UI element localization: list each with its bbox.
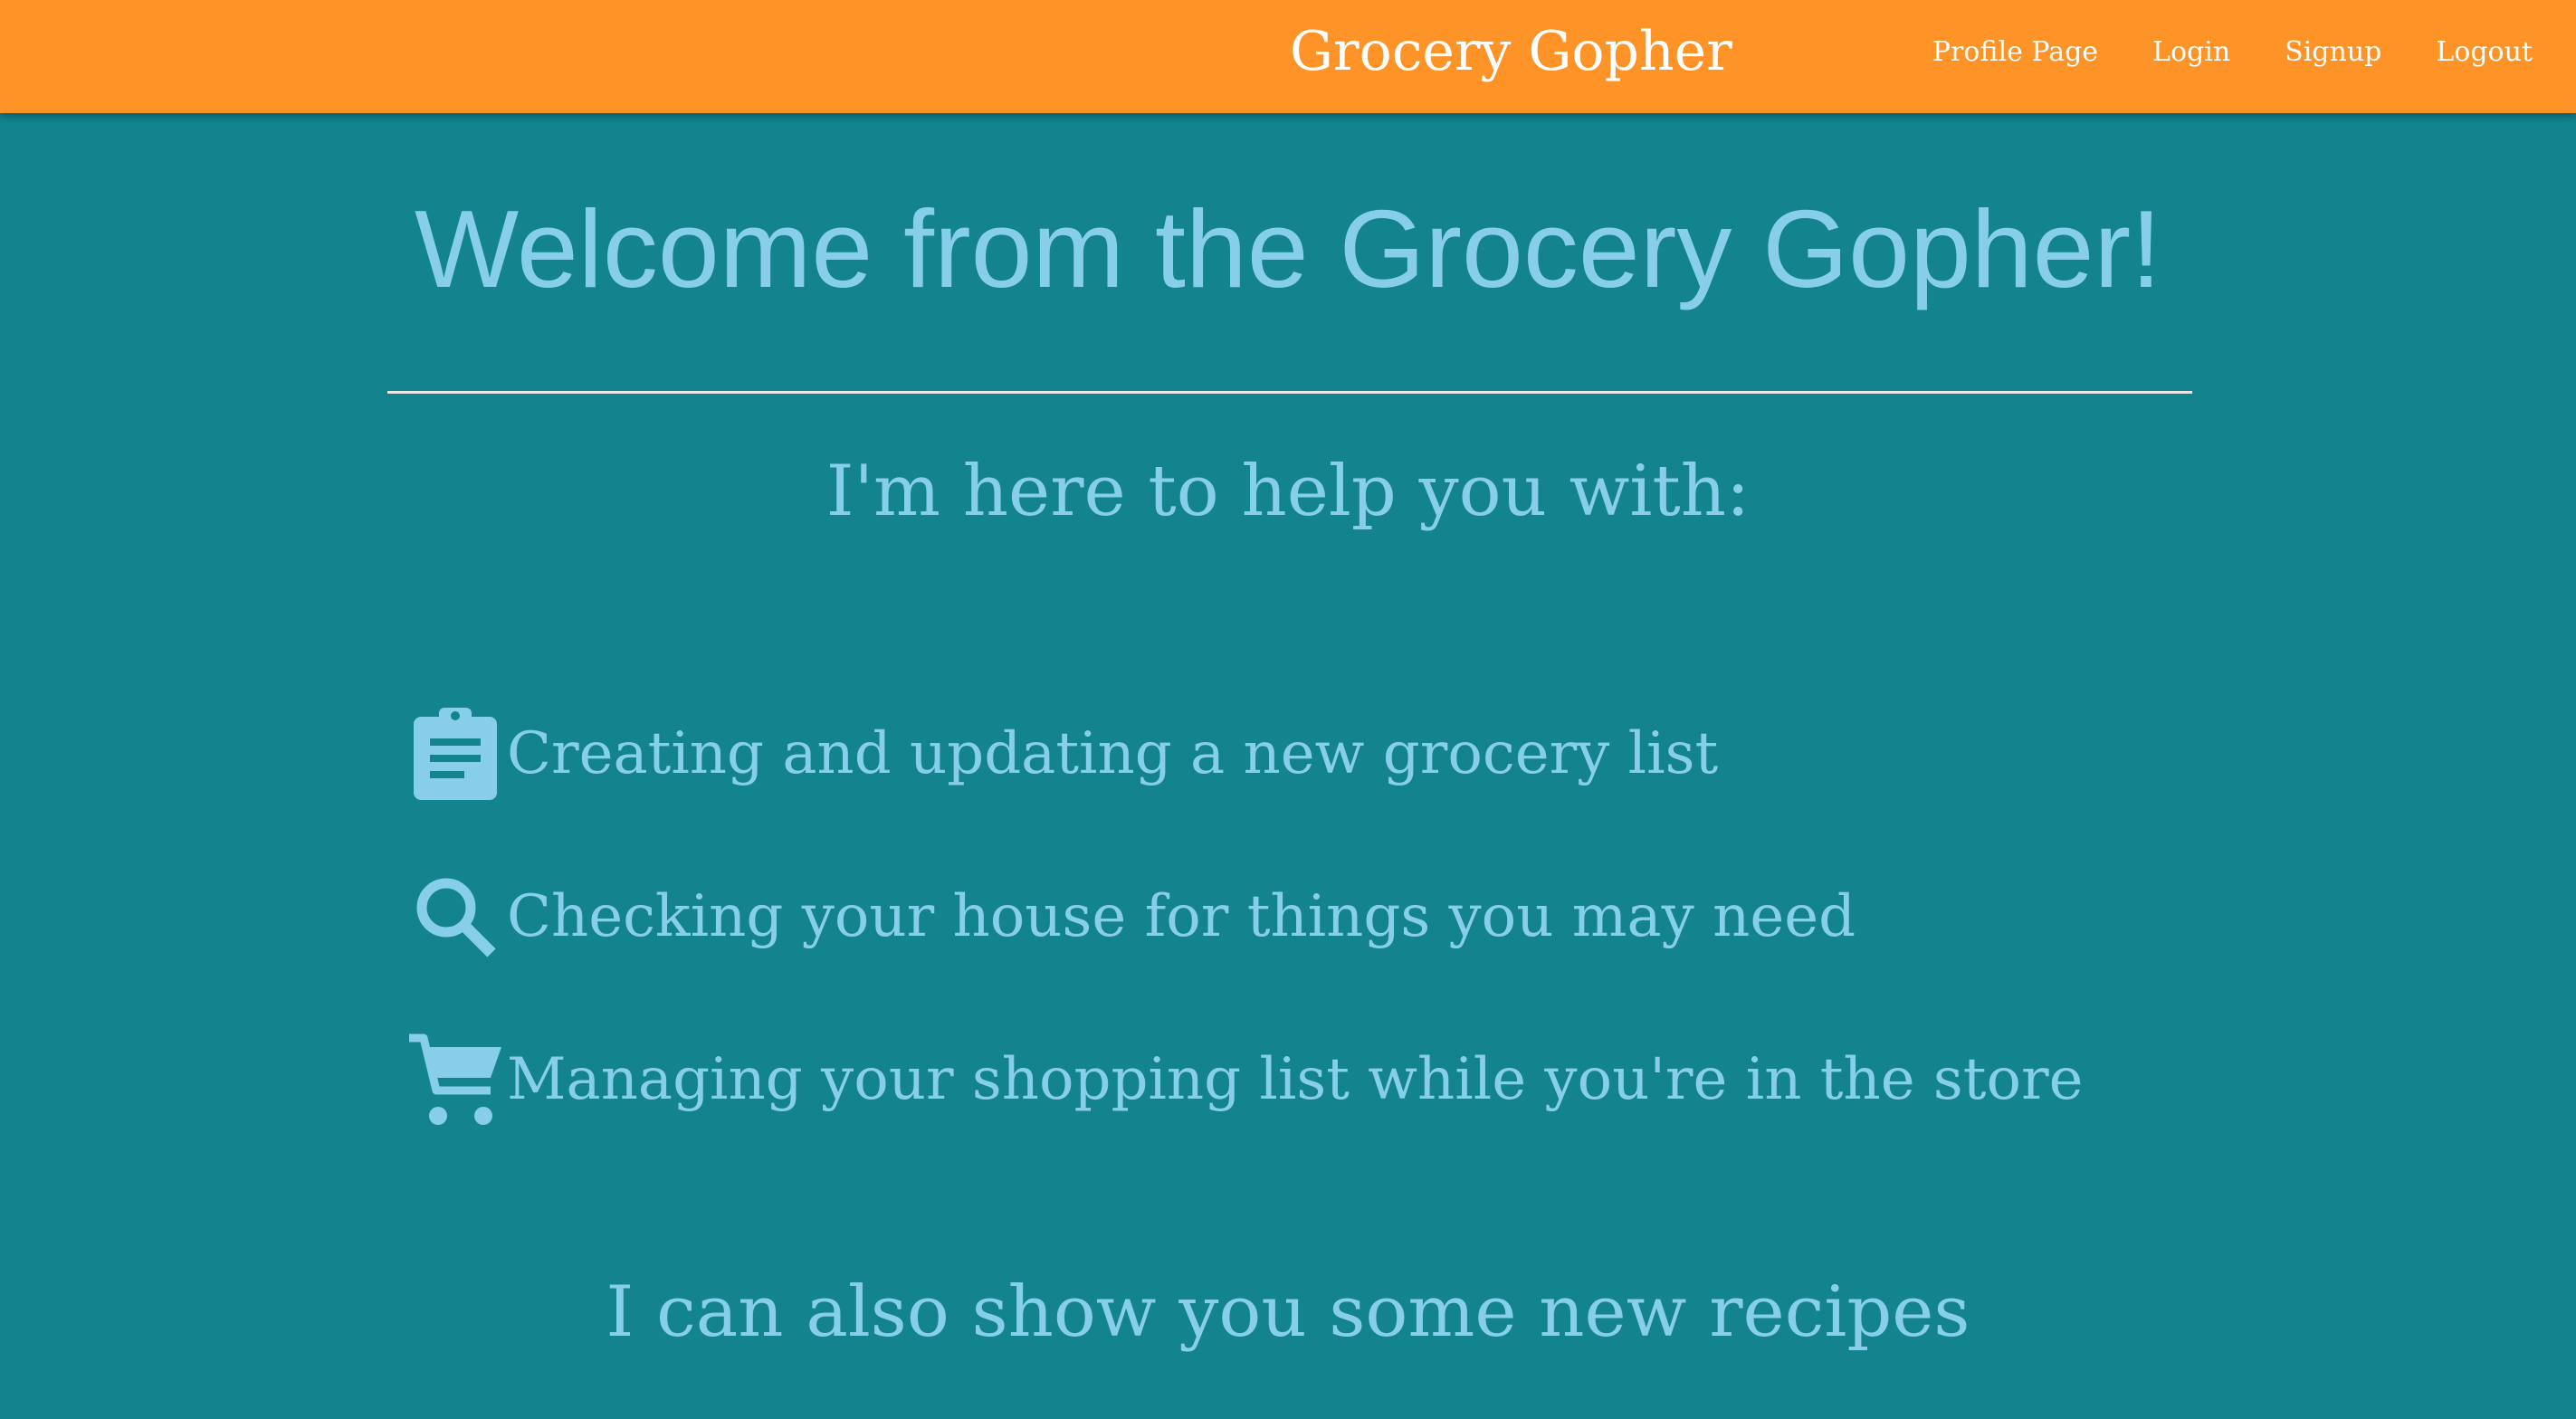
feature-text: Managing your shopping list while you're… xyxy=(507,1046,2084,1113)
feature-item-grocery-list: Creating and updating a new grocery list xyxy=(405,704,2083,804)
shopping-cart-icon xyxy=(405,1030,505,1129)
feature-item-shopping: Managing your shopping list while you're… xyxy=(405,1030,2083,1129)
feature-text: Checking your house for things you may n… xyxy=(507,883,1856,950)
feature-text: Creating and updating a new grocery list xyxy=(507,720,1719,787)
brand-title[interactable]: Grocery Gopher xyxy=(1290,20,1732,83)
clipboard-icon xyxy=(405,704,505,804)
nav-link-login[interactable]: Login xyxy=(2152,36,2230,68)
feature-item-house-check: Checking your house for things you may n… xyxy=(405,867,2083,967)
top-navbar: Grocery Gopher Profile Page Login Signup… xyxy=(0,0,2576,113)
welcome-heading: Welcome from the Grocery Gopher! xyxy=(414,187,2162,310)
nav-link-profile-page[interactable]: Profile Page xyxy=(1932,36,2098,68)
search-icon xyxy=(405,867,505,967)
nav-link-signup[interactable]: Signup xyxy=(2285,36,2381,68)
help-subtitle: I'm here to help you with: xyxy=(825,451,1751,532)
feature-list: Creating and updating a new grocery list… xyxy=(405,704,2083,1193)
recipes-line: I can also show you some new recipes xyxy=(606,1271,1970,1353)
nav-link-logout[interactable]: Logout xyxy=(2436,36,2533,68)
heading-divider xyxy=(387,391,2192,394)
nav-links: Profile Page Login Signup Logout xyxy=(1932,36,2533,68)
